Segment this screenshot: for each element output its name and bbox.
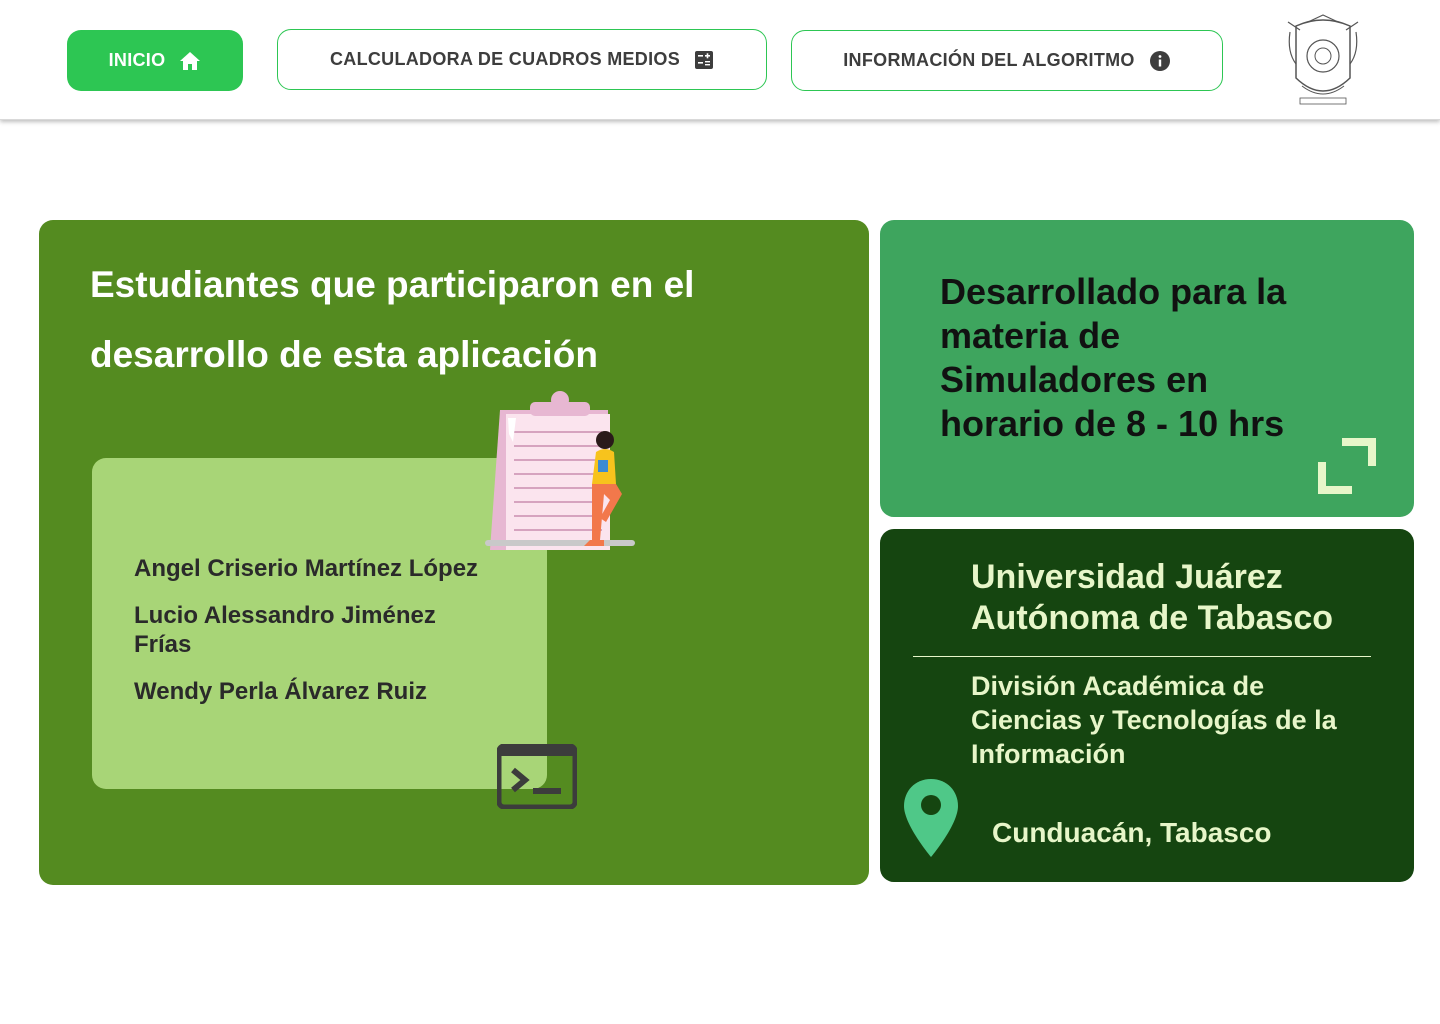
course-description: Desarrollado para la materia de Simulado… [940,271,1287,444]
student-names-list: Angel Criserio Martínez López Lucio Ales… [134,554,494,724]
info-icon [1149,50,1170,71]
home-icon [180,51,201,70]
student-name: Lucio Alessandro Jiménez Frías [134,602,436,658]
calculadora-label: CALCULADORA DE CUADROS MEDIOS [329,49,681,69]
terminal-icon [497,744,577,809]
students-title: Estudiantes que participaron en el desar… [90,264,695,375]
informacion-button[interactable]: INFORMACIÓN DEL ALGORITMO [791,30,1223,91]
informacion-label: INFORMACIÓN DEL ALGORITMO [843,50,1135,70]
students-card: Estudiantes que participaron en el desar… [39,220,869,885]
student-name: Angel Criserio Martínez López [134,555,479,582]
course-card: Desarrollado para la materia de Simulado… [880,220,1414,517]
division-name: División Académica de Ciencias y Tecnolo… [971,671,1337,769]
expand-icon[interactable] [1318,438,1376,496]
calculator-icon [695,50,714,69]
calculadora-button[interactable]: CALCULADORA DE CUADROS MEDIOS [277,29,767,90]
university-name: Universidad Juárez Autónoma de Tabasco [971,558,1334,637]
names-box: Angel Criserio Martínez López Lucio Ales… [92,458,547,789]
inicio-button[interactable]: INICIO [67,30,243,91]
university-seal [1287,14,1359,105]
university-card: Universidad Juárez Autónoma de Tabasco D… [880,529,1414,882]
location-pin-icon [904,779,958,857]
student-name: Wendy Perla Álvarez Ruiz [134,678,427,705]
top-nav-bar: INICIO CALCULADORA DE CUADROS MEDIOS INF… [0,0,1440,120]
divider [913,656,1371,657]
location-text: Cunduacán, Tabasco [992,817,1272,848]
inicio-label: INICIO [108,50,166,70]
clipboard-person-illustration [485,391,635,550]
